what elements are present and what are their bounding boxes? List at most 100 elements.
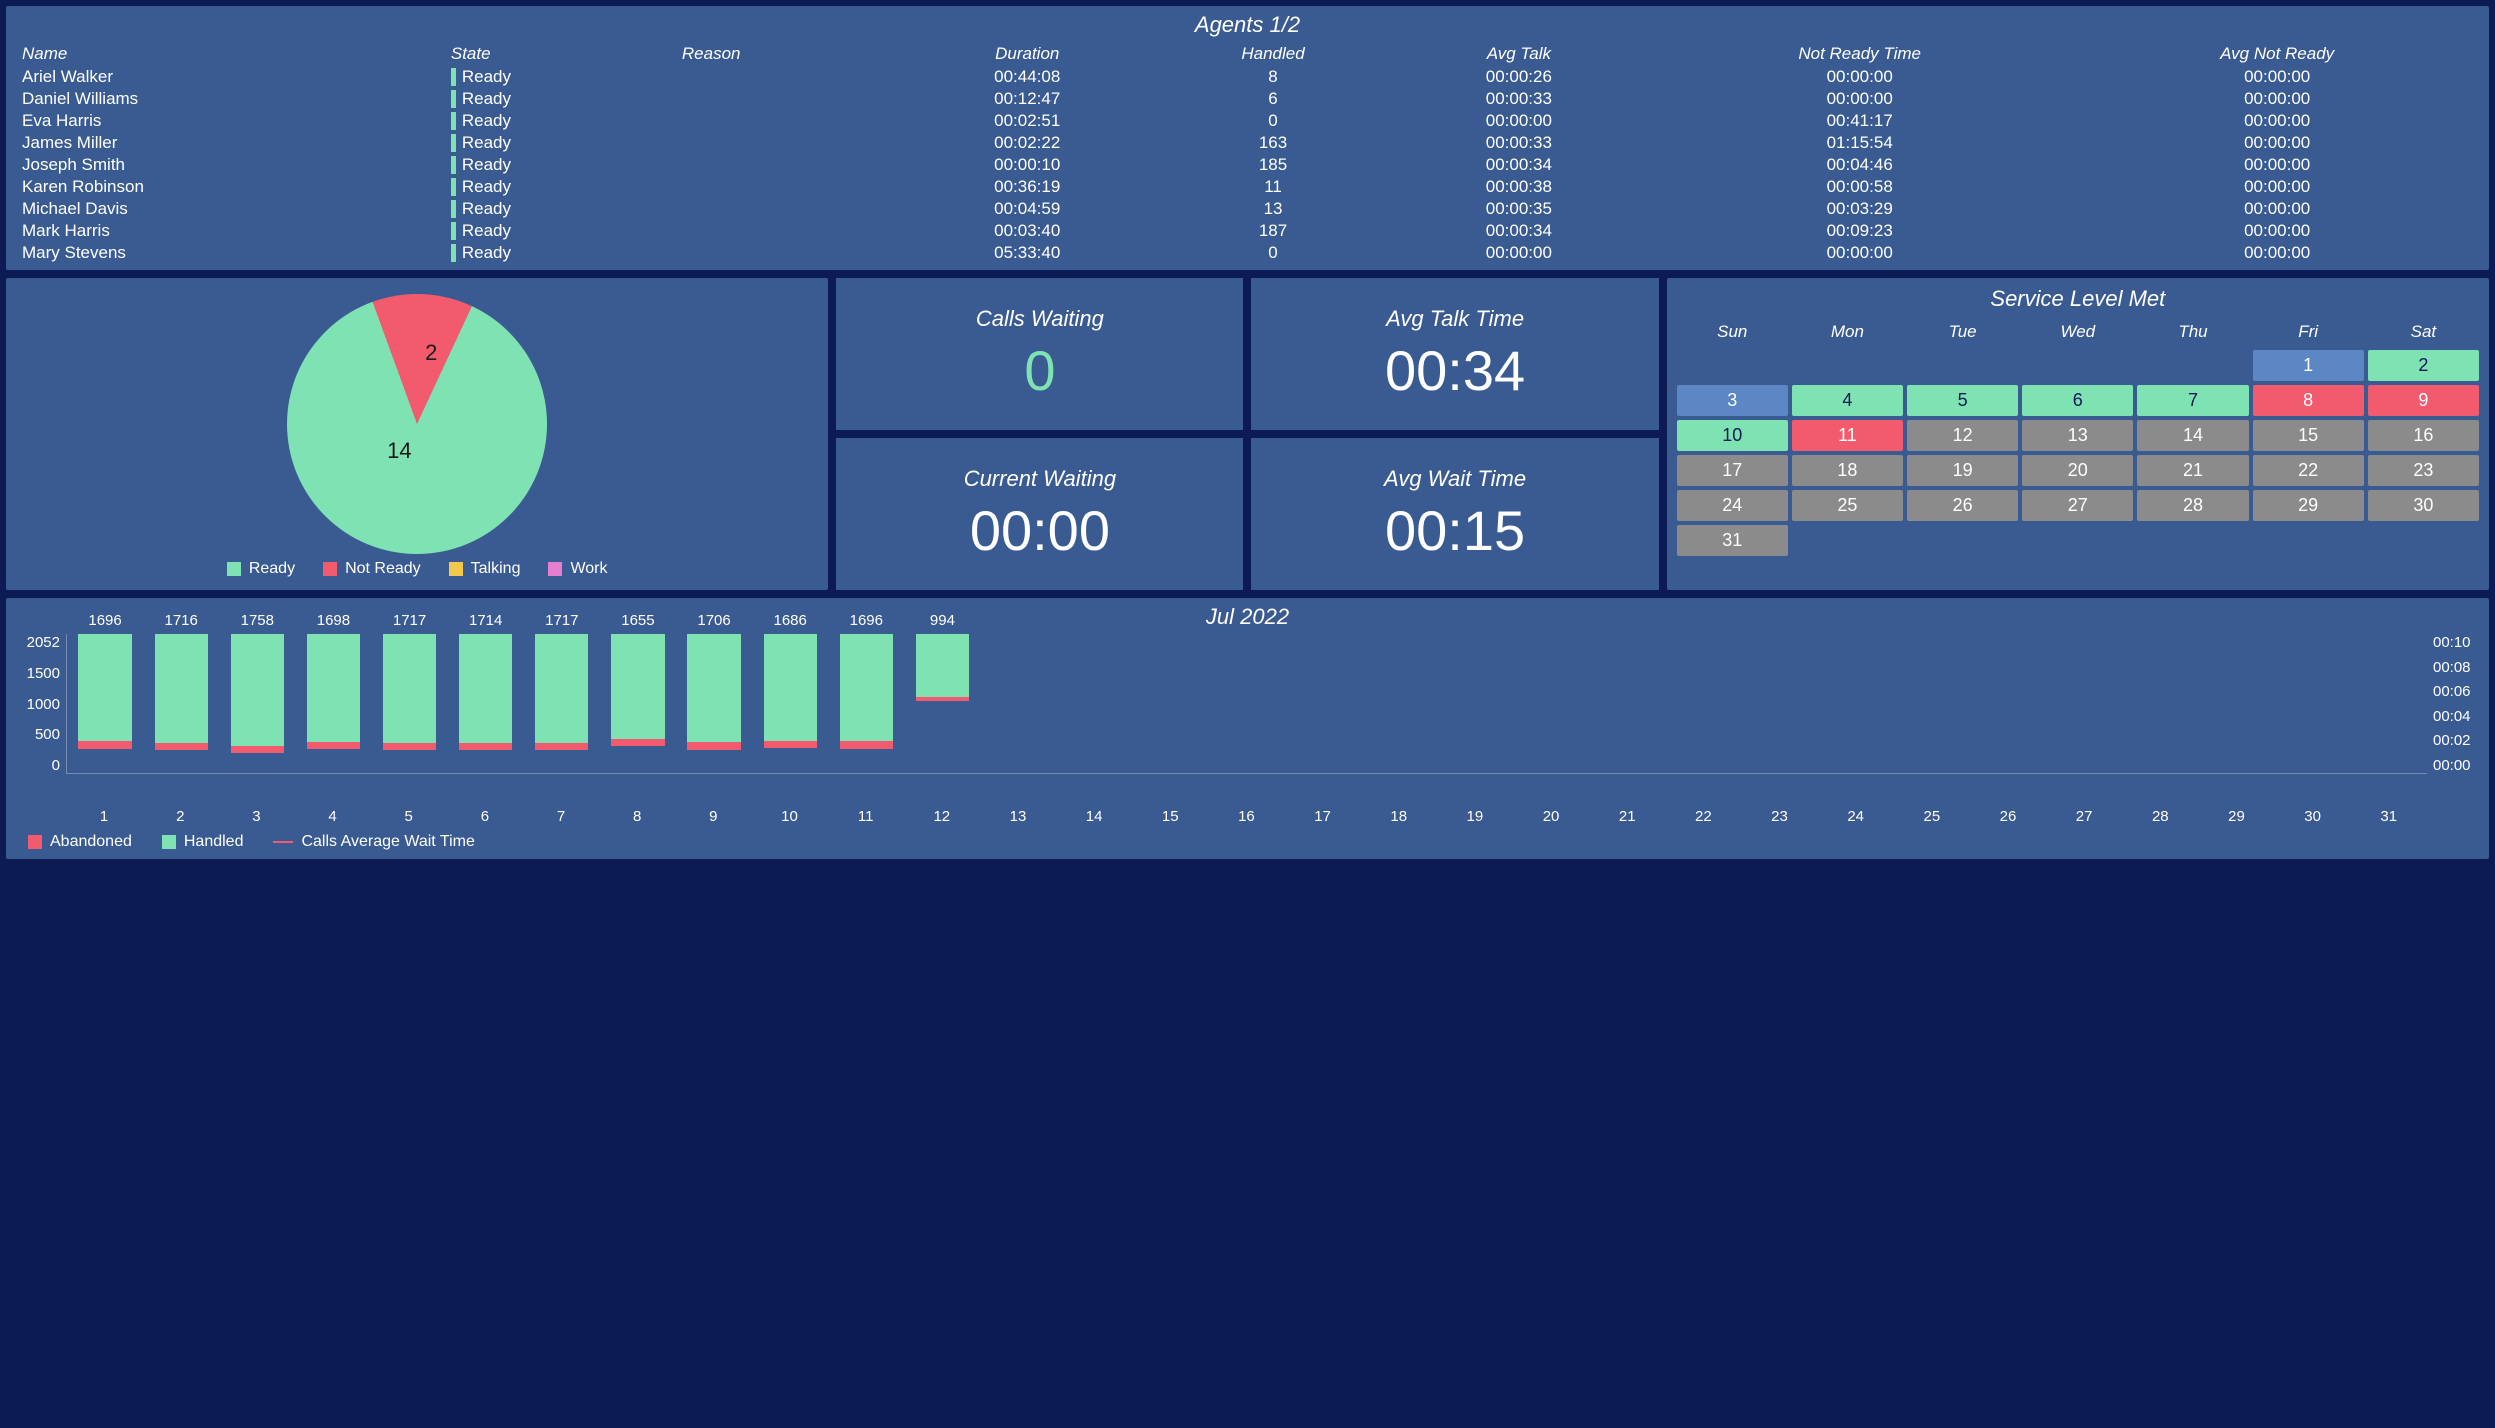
x-tick: 9 xyxy=(675,804,751,825)
x-tick: 26 xyxy=(1970,804,2046,825)
x-tick: 23 xyxy=(1741,804,1817,825)
calendar-day-header: Thu xyxy=(2137,318,2248,346)
bar-slot: 1686 xyxy=(752,634,828,773)
calendar-cell[interactable]: 24 xyxy=(1677,490,1788,521)
table-row: Mary Stevens Ready 05:33:40 0 00:00:00 0… xyxy=(16,242,2479,264)
agents-header-row: Name State Reason Duration Handled Avg T… xyxy=(16,42,2479,66)
calendar-cell[interactable]: 7 xyxy=(2137,385,2248,416)
cell-handled: 13 xyxy=(1152,198,1393,220)
calendar-cell[interactable]: 2 xyxy=(2368,350,2479,381)
calendar-cell[interactable]: 6 xyxy=(2022,385,2133,416)
y-tick: 1000 xyxy=(18,696,60,713)
calendar-cell[interactable]: 12 xyxy=(1907,420,2018,451)
calendar-day-header: Sun xyxy=(1677,318,1788,346)
cell-anr: 00:00:00 xyxy=(2075,154,2479,176)
x-tick: 16 xyxy=(1208,804,1284,825)
y-tick: 2052 xyxy=(18,634,60,651)
calendar-cell[interactable]: 23 xyxy=(2368,455,2479,486)
calendar-cell[interactable]: 27 xyxy=(2022,490,2133,521)
month-title: Jul 2022 xyxy=(18,604,2477,630)
cell-reason xyxy=(676,242,902,264)
calendar-cell[interactable]: 22 xyxy=(2253,455,2364,486)
bar-slot: 1655 xyxy=(600,634,676,773)
calendar-cell[interactable]: 26 xyxy=(1907,490,2018,521)
y2-tick: 00:00 xyxy=(2433,757,2477,774)
cell-reason xyxy=(676,176,902,198)
col-nrt: Not Ready Time xyxy=(1644,42,2075,66)
bar-abandoned-segment xyxy=(307,742,360,749)
col-state: State xyxy=(445,42,676,66)
bar-handled-segment xyxy=(535,634,588,743)
x-tick: 6 xyxy=(447,804,523,825)
cell-name: Mark Harris xyxy=(16,220,445,242)
cell-anr: 00:00:00 xyxy=(2075,110,2479,132)
bar-slot xyxy=(2199,634,2275,773)
x-tick: 19 xyxy=(1437,804,1513,825)
bar-value-label: 1714 xyxy=(469,612,502,629)
calendar-cell[interactable]: 30 xyxy=(2368,490,2479,521)
calendar-cell[interactable]: 25 xyxy=(1792,490,1903,521)
calendar-cell[interactable]: 31 xyxy=(1677,525,1788,556)
calendar-cell[interactable]: 5 xyxy=(1907,385,2018,416)
service-level-calendar-panel: Service Level Met SunMonTueWedThuFriSat1… xyxy=(1667,278,2489,590)
calendar-cell[interactable]: 19 xyxy=(1907,455,2018,486)
calendar-cell[interactable]: 13 xyxy=(2022,420,2133,451)
calendar-cell[interactable]: 11 xyxy=(1792,420,1903,451)
y2-tick: 00:08 xyxy=(2433,659,2477,676)
bar-slot: 994 xyxy=(904,634,980,773)
y2-tick: 00:06 xyxy=(2433,683,2477,700)
bar-slot: 1696 xyxy=(828,634,904,773)
cell-state: Ready xyxy=(445,66,676,88)
calendar-cell[interactable]: 8 xyxy=(2253,385,2364,416)
calendar-cell[interactable]: 4 xyxy=(1792,385,1903,416)
calendar-cell[interactable]: 1 xyxy=(2253,350,2364,381)
x-tick: 22 xyxy=(1665,804,1741,825)
cell-name: James Miller xyxy=(16,132,445,154)
x-tick: 21 xyxy=(1589,804,1665,825)
cell-avgtalk: 00:00:33 xyxy=(1394,88,1644,110)
agent-state-pie-panel: 2 14 Ready Not Ready Talking Work xyxy=(6,278,828,590)
table-row: Michael Davis Ready 00:04:59 13 00:00:35… xyxy=(16,198,2479,220)
state-indicator-icon xyxy=(451,244,456,262)
calendar-day-header: Mon xyxy=(1792,318,1903,346)
x-axis: 1234567891011121314151617181920212223242… xyxy=(66,804,2427,825)
calendar-cell[interactable]: 28 xyxy=(2137,490,2248,521)
swatch-icon xyxy=(162,835,176,849)
swatch-icon xyxy=(28,835,42,849)
x-tick: 1 xyxy=(66,804,142,825)
cell-reason xyxy=(676,154,902,176)
x-tick: 25 xyxy=(1894,804,1970,825)
x-tick: 20 xyxy=(1513,804,1589,825)
state-indicator-icon xyxy=(451,68,456,86)
bar-slot xyxy=(1894,634,1970,773)
calendar-cell[interactable]: 16 xyxy=(2368,420,2479,451)
cell-nrt: 00:04:46 xyxy=(1644,154,2075,176)
swatch-icon xyxy=(548,562,562,576)
bar-abandoned-segment xyxy=(78,741,131,748)
bar-chart: 2052150010005000 16961716175816981717171… xyxy=(18,634,2477,804)
calendar-cell[interactable]: 9 xyxy=(2368,385,2479,416)
calendar-cell[interactable]: 15 xyxy=(2253,420,2364,451)
x-tick: 3 xyxy=(218,804,294,825)
cell-duration: 00:02:51 xyxy=(902,110,1152,132)
calendar-cell[interactable]: 14 xyxy=(2137,420,2248,451)
bar-abandoned-segment xyxy=(155,743,208,750)
cell-handled: 187 xyxy=(1152,220,1393,242)
cell-state: Ready xyxy=(445,242,676,264)
calendar-cell[interactable]: 20 xyxy=(2022,455,2133,486)
bar-slot xyxy=(2122,634,2198,773)
calendar-cell[interactable]: 3 xyxy=(1677,385,1788,416)
bar-slot xyxy=(1818,634,1894,773)
calendar-cell[interactable]: 17 xyxy=(1677,455,1788,486)
calendar-cell[interactable]: 10 xyxy=(1677,420,1788,451)
calendar-cell[interactable]: 21 xyxy=(2137,455,2248,486)
legend-handled: Handled xyxy=(162,833,244,851)
x-tick: 13 xyxy=(980,804,1056,825)
calendar-cell[interactable]: 29 xyxy=(2253,490,2364,521)
bar-slot xyxy=(1057,634,1133,773)
avg-wait-value: 00:15 xyxy=(1385,498,1525,563)
x-tick: 10 xyxy=(751,804,827,825)
metric-current-waiting: Current Waiting 00:00 xyxy=(836,438,1243,590)
calendar-cell[interactable]: 18 xyxy=(1792,455,1903,486)
cell-anr: 00:00:00 xyxy=(2075,198,2479,220)
